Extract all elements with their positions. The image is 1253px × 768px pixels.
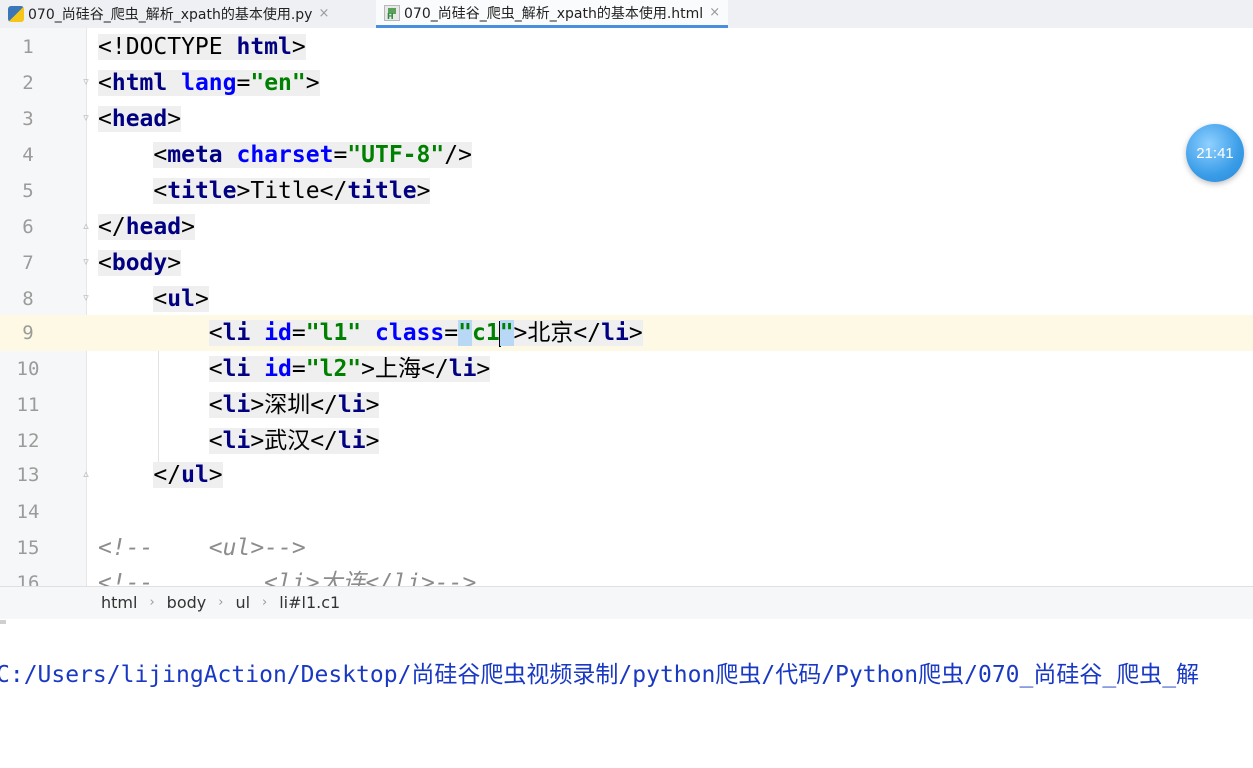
breadcrumb-item[interactable]: ul	[235, 587, 250, 619]
code-text[interactable]: <title>Title</title>	[98, 173, 431, 209]
line-number: 1	[22, 36, 34, 58]
fold-toggle-icon[interactable]: ▿	[80, 255, 92, 269]
code-text[interactable]: </ul>	[98, 457, 223, 493]
line-number: 10	[16, 358, 40, 380]
code-comment[interactable]: <!-- <ul>-->	[98, 530, 306, 566]
run-panel-header	[0, 619, 1253, 653]
line-number: 9	[0, 315, 56, 351]
fold-toggle-icon[interactable]: ▿	[80, 291, 92, 305]
run-console-output[interactable]: C:/Users/lijingAction/Desktop/尚硅谷爬虫视频录制/…	[0, 655, 1253, 695]
breadcrumb-item[interactable]: body	[167, 587, 207, 619]
code-line-2[interactable]: 2 ▿ <html lang="en">	[0, 65, 1253, 101]
code-text[interactable]: <ul>	[98, 281, 209, 317]
chevron-right-icon: ›	[218, 595, 224, 610]
code-line-7[interactable]: 7 ▿ <body>	[0, 245, 1253, 281]
code-editor[interactable]: 1 <!DOCTYPE html> 2 ▿ <html lang="en"> 3…	[0, 28, 1253, 586]
code-line-9-current[interactable]: 9 <li id="l1" class="c1">北京</li>	[0, 315, 1253, 351]
code-text[interactable]: <li>深圳</li>	[98, 387, 380, 423]
code-line-11[interactable]: 11 <li>深圳</li>	[0, 387, 1253, 423]
line-number: 15	[16, 537, 40, 559]
code-comment[interactable]: <!-- <li>大连</li>-->	[98, 565, 476, 586]
line-number: 8	[22, 288, 34, 310]
line-number: 5	[22, 180, 34, 202]
line-number: 3	[22, 108, 34, 130]
breadcrumb-item[interactable]: li#l1.c1	[279, 587, 340, 619]
breadcrumb-item[interactable]: html	[101, 587, 137, 619]
fold-toggle-icon[interactable]: ▵	[80, 467, 92, 481]
recording-timer-badge[interactable]: 21:41	[1186, 124, 1244, 182]
chevron-right-icon: ›	[149, 595, 155, 610]
line-number: 7	[22, 252, 34, 274]
html-file-icon	[384, 4, 400, 21]
matched-quote: "	[458, 320, 472, 346]
line-number: 11	[16, 394, 40, 416]
code-line-13[interactable]: 13 ▵ </ul>	[0, 457, 1253, 493]
line-number: 12	[16, 430, 40, 452]
code-text[interactable]: <meta charset="UTF-8"/>	[98, 137, 472, 173]
code-line-15[interactable]: 15 <!-- <ul>-->	[0, 530, 1253, 566]
close-icon[interactable]: ×	[318, 6, 329, 21]
code-line-5[interactable]: 5 <title>Title</title>	[0, 173, 1253, 209]
code-text[interactable]: </head>	[98, 209, 195, 245]
panel-resize-handle[interactable]	[0, 620, 6, 624]
tab-label: 070_尚硅谷_爬虫_解析_xpath的基本使用.py	[28, 6, 313, 23]
matched-quote: "	[499, 320, 514, 346]
editor-tab-bar: 070_尚硅谷_爬虫_解析_xpath的基本使用.py × 070_尚硅谷_爬虫…	[0, 0, 1253, 29]
tab-py-file[interactable]: 070_尚硅谷_爬虫_解析_xpath的基本使用.py ×	[8, 0, 329, 27]
code-line-3[interactable]: 3 ▿ <head>	[0, 101, 1253, 137]
line-number: 14	[16, 501, 40, 523]
code-line-1[interactable]: 1 <!DOCTYPE html>	[0, 29, 1253, 65]
close-icon[interactable]: ×	[709, 5, 720, 20]
code-text[interactable]: <html lang="en">	[98, 65, 320, 101]
code-text[interactable]: <li id="l1" class="c1">北京</li>	[98, 315, 643, 351]
code-text[interactable]: <li>武汉</li>	[98, 423, 380, 459]
code-text[interactable]: <li id="l2">上海</li>	[98, 351, 491, 387]
line-number: 2	[22, 72, 34, 94]
breadcrumb: html › body › ul › li#l1.c1	[0, 586, 1253, 620]
code-text[interactable]: <!DOCTYPE html>	[98, 29, 306, 65]
line-number: 4	[22, 144, 34, 166]
python-file-icon	[8, 5, 24, 22]
code-line-6[interactable]: 6 ▵ </head>	[0, 209, 1253, 245]
line-number: 13	[16, 464, 40, 486]
line-number: 16	[16, 572, 40, 586]
code-line-10[interactable]: 10 <li id="l2">上海</li>	[0, 351, 1253, 387]
fold-toggle-icon[interactable]: ▵	[80, 219, 92, 233]
fold-toggle-icon[interactable]: ▿	[80, 75, 92, 89]
code-line-4[interactable]: 4 <meta charset="UTF-8"/>	[0, 137, 1253, 173]
code-line-8[interactable]: 8 ▿ <ul>	[0, 281, 1253, 317]
chevron-right-icon: ›	[262, 595, 268, 610]
tab-label: 070_尚硅谷_爬虫_解析_xpath的基本使用.html	[404, 5, 704, 22]
tab-html-file[interactable]: 070_尚硅谷_爬虫_解析_xpath的基本使用.html ×	[376, 0, 729, 28]
code-text[interactable]: <body>	[98, 245, 182, 281]
code-line-14[interactable]: 14	[0, 494, 1253, 530]
fold-toggle-icon[interactable]: ▿	[80, 111, 92, 125]
code-line-12[interactable]: 12 <li>武汉</li>	[0, 423, 1253, 459]
code-line-16[interactable]: 16 <!-- <li>大连</li>-->	[0, 565, 1253, 586]
code-text[interactable]: <head>	[98, 101, 182, 137]
line-number: 6	[22, 216, 34, 238]
